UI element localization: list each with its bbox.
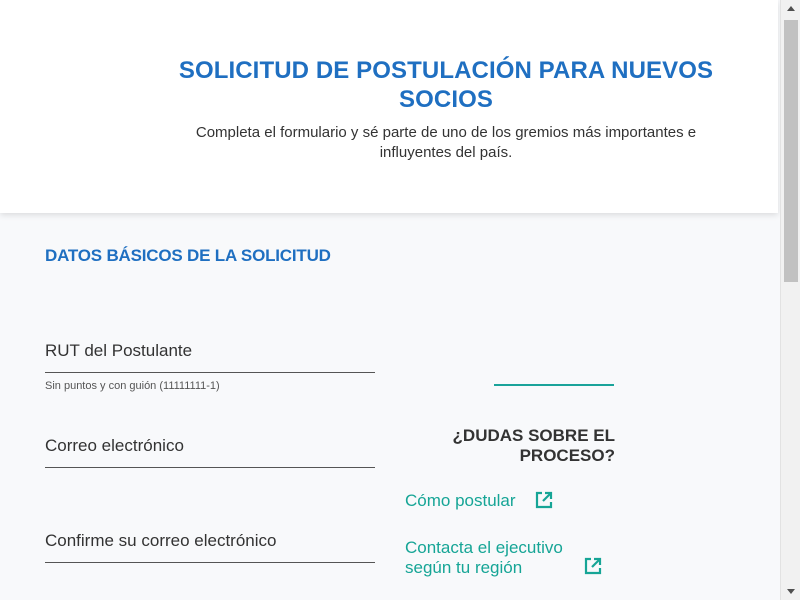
page-header: SOLICITUD DE POSTULACIÓN PARA NUEVOS SOC… [0,0,778,213]
confirm-email-input[interactable] [45,531,375,563]
email-input[interactable] [45,436,375,468]
email-field: Correo electrónico [45,436,375,468]
scroll-up-arrow-icon[interactable] [781,0,800,17]
vertical-scrollbar[interactable] [780,0,800,600]
external-link-icon[interactable] [584,557,602,575]
how-to-apply-label: Cómo postular [405,491,516,510]
rut-field: RUT del Postulante Sin puntos y con guió… [45,341,375,392]
confirm-email-field: Confirme su correo electrónico [45,531,375,563]
page-title: SOLICITUD DE POSTULACIÓN PARA NUEVOS SOC… [178,57,714,113]
section-title: DATOS BÁSICOS DE LA SOLICITUD [45,246,331,265]
scrollbar-thumb[interactable] [784,20,798,282]
rut-input[interactable] [45,341,375,373]
page-viewport: SOLICITUD DE POSTULACIÓN PARA NUEVOS SOC… [0,0,780,600]
contact-executive-label: Contacta el ejecutivo según tu región [405,538,563,577]
scroll-down-arrow-icon[interactable] [781,583,800,600]
sidebar-divider [494,384,614,386]
page-subtitle: Completa el formulario y sé parte de uno… [195,124,697,161]
contact-executive-link[interactable]: Contacta el ejecutivo según tu región [405,538,580,578]
how-to-apply-link[interactable]: Cómo postular [405,491,535,511]
external-link-icon[interactable] [535,491,553,509]
rut-help-text: Sin puntos y con guión (11111111-1) [45,380,220,392]
help-title: ¿DUDAS SOBRE EL PROCESO? [452,426,615,465]
